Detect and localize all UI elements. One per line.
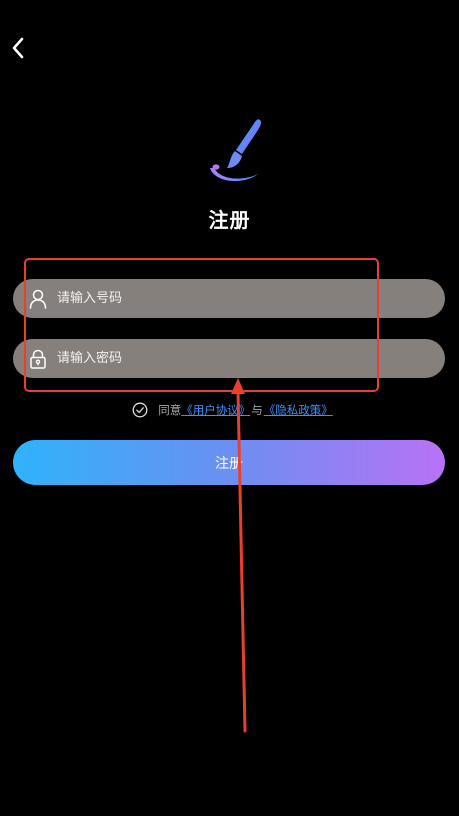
agree-prefix: 同意 bbox=[158, 403, 182, 417]
agree-checkbox[interactable] bbox=[132, 402, 148, 418]
privacy-policy-link[interactable]: 《隐私政策》 bbox=[264, 402, 333, 418]
password-field[interactable] bbox=[13, 339, 445, 378]
back-button[interactable] bbox=[4, 32, 32, 64]
phone-field[interactable] bbox=[13, 279, 445, 318]
paintbrush-icon bbox=[210, 119, 262, 182]
agreement-row: 同意 《用户协议》 与 《隐私政策》 bbox=[0, 402, 459, 418]
user-icon bbox=[27, 288, 49, 310]
lock-icon bbox=[27, 348, 49, 370]
page-title: 注册 bbox=[208, 208, 251, 232]
app-logo bbox=[206, 116, 264, 188]
agree-connector: 与 bbox=[251, 403, 263, 417]
register-button[interactable]: 注册 bbox=[13, 440, 445, 485]
password-input[interactable] bbox=[57, 339, 445, 378]
phone-input[interactable] bbox=[57, 279, 445, 318]
user-agreement-link[interactable]: 《用户协议》 bbox=[181, 402, 250, 418]
chevron-left-icon bbox=[12, 37, 24, 59]
check-circle-icon bbox=[132, 402, 148, 418]
